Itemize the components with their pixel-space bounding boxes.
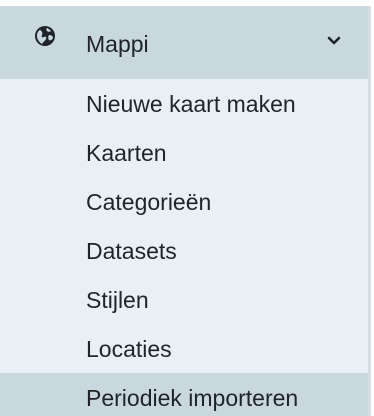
menu-item-label: Stijlen — [86, 287, 149, 313]
menu-item-label: Locaties — [86, 336, 172, 362]
menu-item-label: Nieuwe kaart maken — [86, 91, 296, 117]
menu-item-label: Kaarten — [86, 140, 167, 166]
menu-item-label: Periodiek importeren — [86, 385, 299, 411]
menu-item-label: Categorieën — [86, 189, 212, 215]
globe-icon — [35, 26, 55, 46]
menu-item-periodiek-importeren[interactable]: Periodiek importeren — [0, 373, 368, 416]
menu-item-locaties[interactable]: Locaties — [0, 324, 368, 373]
chevron-down-icon[interactable] — [326, 33, 342, 49]
menu-item-label: Datasets — [86, 238, 177, 264]
menu-item-stijlen[interactable]: Stijlen — [0, 275, 368, 324]
menu-title: Mappi — [86, 31, 149, 57]
mappi-menu-header[interactable]: Mappi — [0, 6, 368, 79]
menu-item-nieuwe-kaart-maken[interactable]: Nieuwe kaart maken — [0, 79, 368, 128]
mappi-menu-panel: Mappi Nieuwe kaart maken Kaarten Categor… — [0, 6, 371, 416]
menu-item-categorieen[interactable]: Categorieën — [0, 177, 368, 226]
menu-item-datasets[interactable]: Datasets — [0, 226, 368, 275]
menu-item-kaarten[interactable]: Kaarten — [0, 128, 368, 177]
side-menu: Mappi Nieuwe kaart maken Kaarten Categor… — [0, 0, 374, 416]
